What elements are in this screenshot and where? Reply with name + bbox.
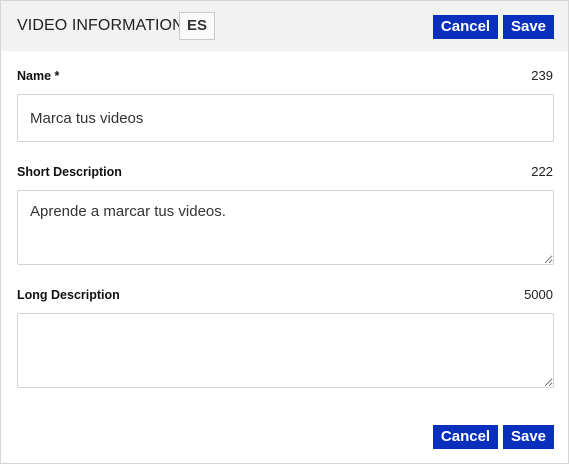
panel-header: VIDEO INFORMATION ES Cancel Save (1, 1, 568, 51)
long-description-label: Long Description (17, 288, 120, 302)
video-information-panel: VIDEO INFORMATION ES Cancel Save Name * … (0, 0, 569, 464)
long-description-textarea[interactable] (17, 313, 554, 388)
language-badge[interactable]: ES (179, 12, 215, 40)
name-input[interactable] (17, 94, 554, 142)
panel-title: VIDEO INFORMATION (17, 17, 184, 34)
long-description-char-count: 5000 (524, 287, 553, 302)
cancel-button[interactable]: Cancel (433, 15, 498, 39)
name-char-count: 239 (531, 68, 553, 83)
name-label: Name * (17, 69, 60, 83)
save-button[interactable]: Save (503, 15, 554, 39)
short-description-char-count: 222 (531, 164, 553, 179)
short-description-label: Short Description (17, 165, 122, 179)
short-description-textarea[interactable]: Aprende a marcar tus videos. (17, 190, 554, 265)
footer-save-button[interactable]: Save (503, 425, 554, 449)
footer-cancel-button[interactable]: Cancel (433, 425, 498, 449)
